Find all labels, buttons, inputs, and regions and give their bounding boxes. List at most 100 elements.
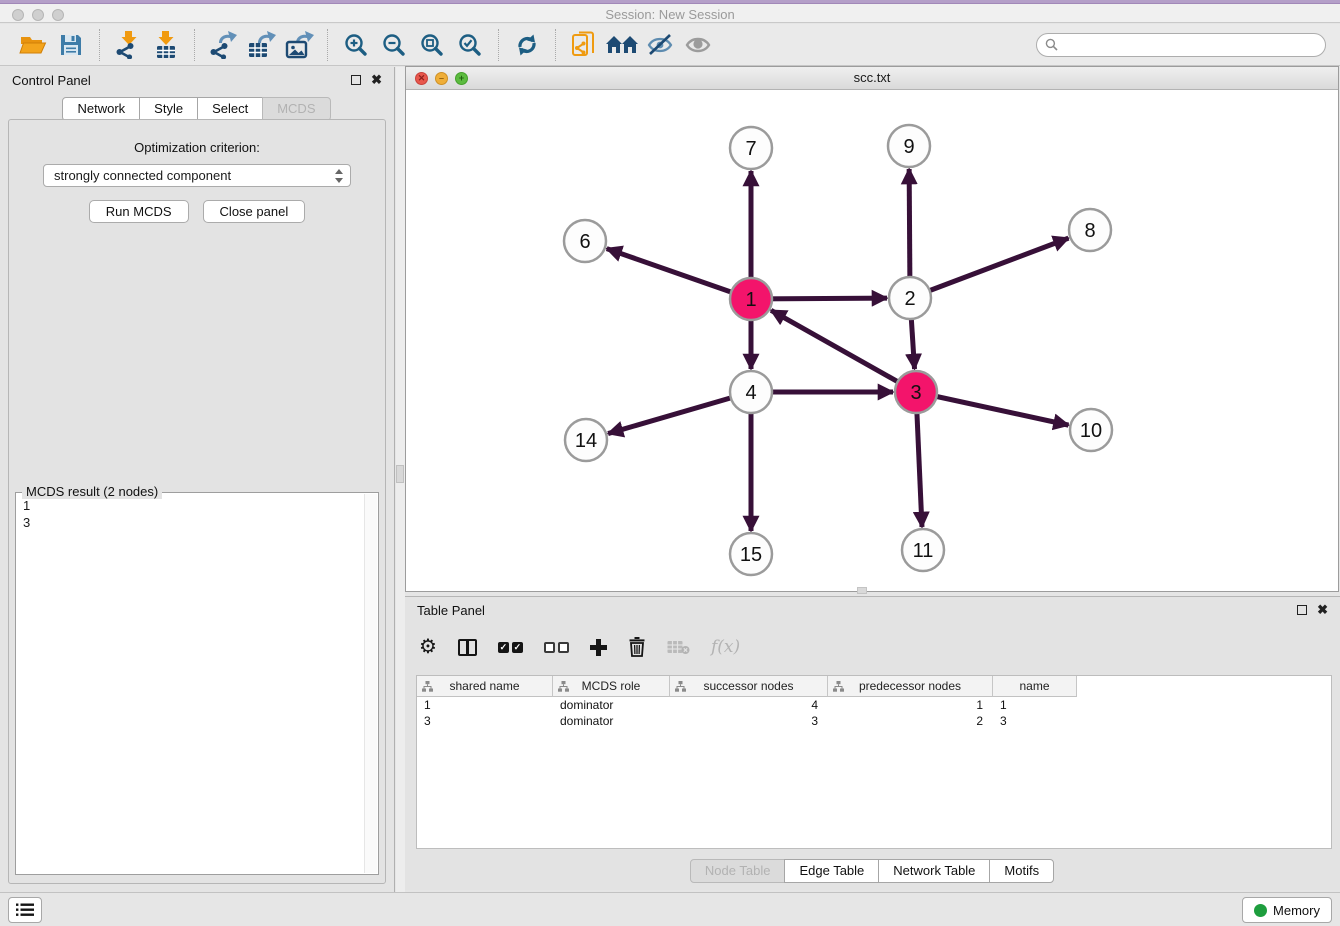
app-close-button[interactable] [12, 9, 24, 21]
table-header-row: shared nameMCDS rolesuccessor nodesprede… [417, 676, 1331, 697]
vertical-splitter-handle[interactable] [396, 465, 404, 483]
network-canvas[interactable]: 1 2 3 4 6 7 8 9 10 11 14 15 [406, 90, 1338, 591]
run-mcds-button[interactable]: Run MCDS [89, 200, 189, 223]
graph-node-10[interactable]: 10 [1070, 409, 1112, 451]
zoom-selected-button[interactable] [451, 28, 489, 62]
function-builder-button[interactable]: f(x) [711, 637, 740, 657]
tab-network[interactable]: Network [62, 97, 140, 121]
graph-node-1[interactable]: 1 [730, 278, 772, 320]
close-table-panel-icon[interactable]: ✖ [1317, 605, 1328, 615]
export-image-button[interactable] [280, 28, 318, 62]
close-panel-button[interactable]: Close panel [203, 200, 306, 223]
network-window-titlebar[interactable]: ✕ – + scc.txt [406, 67, 1338, 90]
tab-style[interactable]: Style [139, 97, 198, 121]
graph-node-14[interactable]: 14 [565, 419, 607, 461]
search-input[interactable] [1063, 37, 1317, 52]
table-cell-successor-nodes[interactable]: 3 [670, 713, 828, 729]
graph-edge-4-14[interactable] [608, 392, 751, 434]
table-cell-successor-nodes[interactable]: 4 [670, 697, 828, 713]
column-header-mcds-role[interactable]: MCDS role [553, 676, 670, 697]
network-canvas-svg[interactable]: 1 2 3 4 6 7 8 9 10 11 14 15 [406, 90, 1338, 591]
table-cell-predecessor-nodes[interactable]: 2 [828, 713, 993, 729]
deselect-all-button[interactable] [544, 642, 569, 653]
close-panel-icon[interactable]: ✖ [371, 75, 382, 85]
graph-edge-2-8[interactable] [910, 238, 1068, 298]
table-cell-mcds-role[interactable]: dominator [553, 713, 670, 729]
select-all-button[interactable]: ✓ ✓ [498, 642, 523, 653]
duplicate-network-button[interactable] [565, 28, 603, 62]
table-panel-header: Table Panel ✖ [405, 597, 1340, 623]
network-close-button[interactable]: ✕ [415, 72, 428, 85]
add-row-button[interactable] [590, 639, 607, 656]
criterion-value: strongly connected component [54, 168, 334, 183]
toggle-column-panel-button[interactable] [458, 639, 477, 656]
float-table-panel-icon[interactable] [1297, 605, 1307, 615]
app-minimize-button[interactable] [32, 9, 44, 21]
column-header-successor-nodes[interactable]: successor nodes [670, 676, 828, 697]
hide-selected-button[interactable] [641, 28, 679, 62]
table-cell-name[interactable]: 3 [993, 713, 1077, 729]
list-icon [16, 903, 34, 917]
delete-row-button[interactable] [628, 637, 646, 657]
graph-node-8[interactable]: 8 [1069, 209, 1111, 251]
import-network-button[interactable] [109, 28, 147, 62]
column-header-shared-name[interactable]: shared name [417, 676, 553, 697]
table-row[interactable]: 3dominator323 [417, 713, 1331, 729]
first-neighbors-button[interactable] [603, 28, 641, 62]
refresh-button[interactable] [508, 28, 546, 62]
graph-node-3[interactable]: 3 [895, 371, 937, 413]
vertical-splitter[interactable] [396, 67, 405, 892]
export-image-icon [284, 31, 314, 59]
graph-edge-3-10[interactable] [916, 392, 1069, 425]
svg-text:14: 14 [575, 430, 597, 452]
graph-edge-3-1[interactable] [771, 310, 916, 392]
zoom-selected-icon [457, 32, 483, 58]
network-maximize-button[interactable]: + [455, 72, 468, 85]
result-scrollbar[interactable] [364, 494, 377, 873]
network-minimize-button[interactable]: – [435, 72, 448, 85]
graph-node-2[interactable]: 2 [889, 277, 931, 319]
table-settings-button[interactable]: ⚙ [419, 637, 437, 657]
app-zoom-button[interactable] [52, 9, 64, 21]
save-session-button[interactable] [52, 28, 90, 62]
graph-node-11[interactable]: 11 [902, 529, 944, 571]
hierarchy-icon [833, 681, 844, 692]
tab-node-table[interactable]: Node Table [690, 859, 786, 883]
tab-select[interactable]: Select [197, 97, 263, 121]
menu-toggle-button[interactable] [8, 897, 42, 923]
graph-edge-1-6[interactable] [607, 249, 751, 299]
import-table-button[interactable] [147, 28, 185, 62]
delete-table-button[interactable] [667, 639, 690, 655]
graph-node-9[interactable]: 9 [888, 125, 930, 167]
column-header-predecessor-nodes[interactable]: predecessor nodes [828, 676, 993, 697]
tab-motifs[interactable]: Motifs [989, 859, 1054, 883]
graph-node-4[interactable]: 4 [730, 371, 772, 413]
horizontal-splitter-handle[interactable] [857, 587, 867, 594]
tab-mcds[interactable]: MCDS [262, 97, 330, 121]
toolbar-search[interactable] [1036, 33, 1326, 57]
tab-network-table[interactable]: Network Table [878, 859, 990, 883]
zoom-in-button[interactable] [337, 28, 375, 62]
graph-node-15[interactable]: 15 [730, 533, 772, 575]
control-panel: Control Panel ✖ NetworkStyleSelectMCDS O… [0, 67, 395, 892]
float-panel-icon[interactable] [351, 75, 361, 85]
table-cell-name[interactable]: 1 [993, 697, 1077, 713]
table-cell-shared-name[interactable]: 1 [417, 697, 553, 713]
column-header-name[interactable]: name [993, 676, 1077, 697]
export-table-button[interactable] [242, 28, 280, 62]
table-row[interactable]: 1dominator411 [417, 697, 1331, 713]
table-cell-predecessor-nodes[interactable]: 1 [828, 697, 993, 713]
graph-node-6[interactable]: 6 [564, 220, 606, 262]
zoom-fit-button[interactable] [413, 28, 451, 62]
table-cell-mcds-role[interactable]: dominator [553, 697, 670, 713]
graph-node-7[interactable]: 7 [730, 127, 772, 169]
memory-button[interactable]: Memory [1242, 897, 1332, 923]
open-session-button[interactable] [14, 28, 52, 62]
zoom-out-button[interactable] [375, 28, 413, 62]
tab-edge-table[interactable]: Edge Table [784, 859, 879, 883]
show-all-button[interactable] [679, 28, 717, 62]
export-network-button[interactable] [204, 28, 242, 62]
mcds-result-list[interactable]: 13 [17, 494, 364, 873]
criterion-select[interactable]: strongly connected component [43, 164, 351, 187]
table-cell-shared-name[interactable]: 3 [417, 713, 553, 729]
